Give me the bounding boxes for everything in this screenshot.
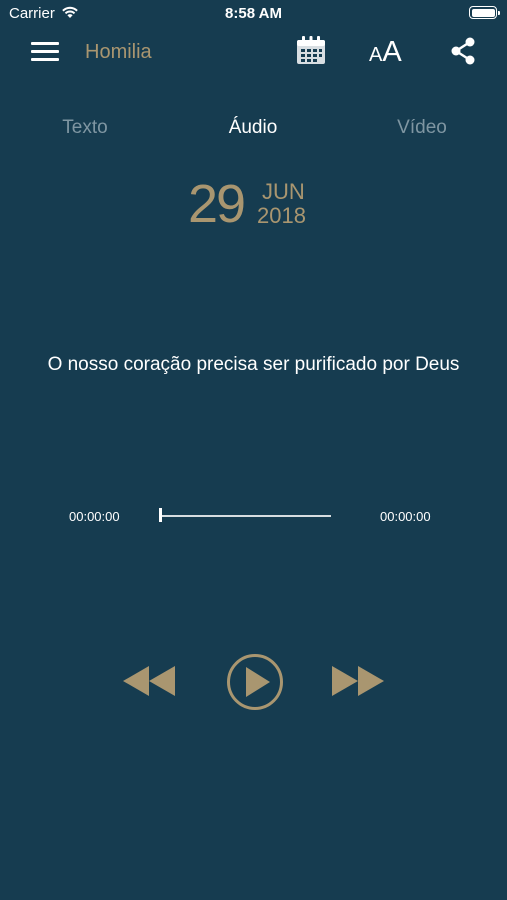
- progress-thumb[interactable]: [159, 508, 162, 522]
- status-bar: Carrier 8:58 AM: [0, 0, 507, 28]
- current-time-label: 00:00:00: [69, 509, 120, 524]
- rewind-icon[interactable]: [121, 664, 177, 698]
- tab-audio[interactable]: Áudio: [193, 117, 313, 139]
- page-title: Homilia: [85, 41, 152, 63]
- battery-icon: [469, 6, 500, 19]
- date-day: 29: [188, 174, 246, 234]
- font-size-small-label: A: [369, 44, 383, 66]
- tab-texto[interactable]: Texto: [25, 117, 145, 139]
- homily-title: O nosso coração precisa ser purificado p…: [47, 354, 460, 375]
- date-month: JUN: [262, 179, 305, 204]
- date-year: 2018: [257, 203, 306, 228]
- tab-video[interactable]: Vídeo: [362, 117, 482, 139]
- status-time: 8:58 AM: [225, 5, 282, 22]
- font-size-big-label: A: [382, 36, 402, 68]
- play-icon[interactable]: [226, 653, 284, 711]
- calendar-icon[interactable]: [296, 35, 326, 65]
- progress-slider[interactable]: [161, 515, 331, 517]
- fast-forward-icon[interactable]: [330, 664, 386, 698]
- font-size-icon[interactable]: AA: [369, 36, 402, 69]
- share-icon[interactable]: [449, 37, 477, 65]
- total-time-label: 00:00:00: [380, 509, 431, 524]
- hamburger-menu-icon[interactable]: [31, 42, 59, 62]
